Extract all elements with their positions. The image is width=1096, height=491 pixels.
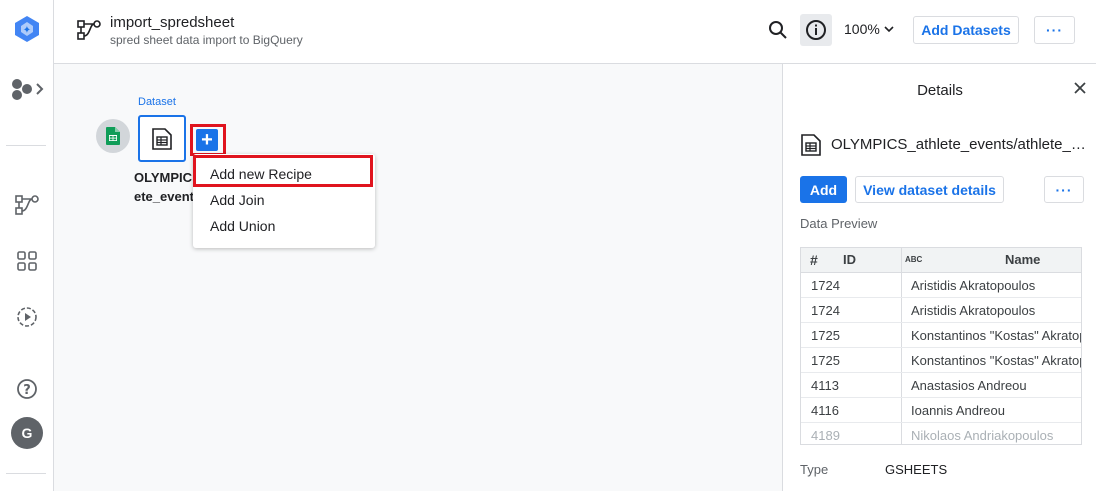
- add-step-menu: Add new Recipe Add Join Add Union: [193, 154, 375, 248]
- data-preview-label: Data Preview: [800, 216, 878, 231]
- zoom-select[interactable]: 100%: [844, 21, 894, 37]
- details-more-button[interactable]: ···: [1044, 176, 1084, 203]
- chevron-down-icon: [884, 26, 894, 33]
- details-title: Details: [917, 82, 963, 99]
- cell-id: 4189: [811, 428, 840, 443]
- table-row: 1725 Konstantinos "Kostas" Akratopoulos: [801, 323, 1081, 348]
- dataset-file-name: OLYMPICS_athlete_events/athlete_events: [831, 136, 1093, 153]
- cell-name: Konstantinos "Kostas" Akratopoulos: [911, 328, 1081, 343]
- menu-item-add-union[interactable]: Add Union: [210, 218, 275, 234]
- info-button[interactable]: [800, 14, 832, 46]
- table-file-icon: [801, 134, 821, 161]
- dataset-name-line2: ete_event: [134, 189, 194, 204]
- cell-id: 1725: [811, 328, 840, 343]
- cell-id: 1724: [811, 303, 840, 318]
- jobs-icon[interactable]: [0, 304, 54, 330]
- more-options-button[interactable]: ···: [1034, 16, 1075, 44]
- table-file-icon: [152, 127, 172, 150]
- table-row: 1724 Aristidis Akratopoulos: [801, 273, 1081, 298]
- avatar[interactable]: G: [0, 417, 54, 449]
- cell-name: Ioannis Andreou: [911, 403, 1005, 418]
- header: import_spredsheet spred sheet data impor…: [54, 0, 1096, 64]
- table-row: 4116 Ioannis Andreou: [801, 398, 1081, 423]
- close-icon: [1074, 82, 1086, 94]
- table-row: 4189 Nikolaos Andriakopoulos: [801, 423, 1081, 444]
- table-row: 1724 Aristidis Akratopoulos: [801, 298, 1081, 323]
- rail-divider: [6, 145, 46, 146]
- view-dataset-details-button[interactable]: View dataset details: [855, 176, 1004, 203]
- svg-text:✦: ✦: [23, 25, 31, 36]
- cell-name: Anastasios Andreou: [911, 378, 1027, 393]
- cell-name: Aristidis Akratopoulos: [911, 278, 1036, 293]
- help-icon[interactable]: ?: [0, 376, 54, 402]
- string-type-icon: ABC: [905, 255, 923, 264]
- column-header-id[interactable]: ID: [843, 252, 856, 267]
- details-panel: Details OLYMPICS_athlete_events/athlete_…: [782, 64, 1096, 491]
- menu-item-add-new-recipe[interactable]: Add new Recipe: [210, 166, 312, 182]
- type-value: GSHEETS: [885, 462, 948, 477]
- cell-name: Nikolaos Andriakopoulos: [911, 428, 1054, 443]
- dataset-node[interactable]: [138, 115, 186, 162]
- data-preview-table[interactable]: # ID ABC Name 1724 Aristidis Akratopoulo…: [800, 247, 1082, 445]
- dataset-label: Dataset: [138, 96, 176, 108]
- flow-icon[interactable]: [0, 192, 54, 218]
- library-icon[interactable]: [0, 248, 54, 274]
- dataprep-logo-icon[interactable]: ✦: [0, 12, 54, 46]
- search-button[interactable]: [764, 16, 792, 44]
- info-icon: [806, 20, 826, 40]
- cell-name: Konstantinos "Kostas" Akratopoulos: [911, 353, 1081, 368]
- type-label: Type: [800, 462, 829, 477]
- column-header-name[interactable]: Name: [1005, 252, 1040, 267]
- table-row: 4113 Anastasios Andreou: [801, 373, 1081, 398]
- rail-divider-bottom: [6, 473, 46, 474]
- add-step-button[interactable]: +: [196, 129, 218, 151]
- svg-text:?: ?: [23, 383, 31, 398]
- google-sheets-icon: [106, 127, 120, 145]
- table-header: # ID ABC Name: [801, 248, 1081, 273]
- cell-id: 4113: [811, 378, 839, 393]
- zoom-value: 100%: [844, 21, 880, 37]
- flow-icon: [76, 18, 102, 47]
- add-datasets-button[interactable]: Add Datasets: [913, 16, 1019, 44]
- left-rail: ✦ ? G: [0, 0, 54, 491]
- avatar-letter: G: [11, 417, 43, 449]
- flow-title[interactable]: import_spredsheet: [110, 14, 234, 31]
- cell-id: 4116: [811, 403, 839, 418]
- add-button[interactable]: Add: [800, 176, 847, 203]
- integer-type-icon: #: [810, 252, 818, 268]
- search-icon: [769, 21, 787, 39]
- google-sheets-source[interactable]: [96, 119, 130, 153]
- expand-nav-icon[interactable]: [0, 74, 54, 104]
- close-button[interactable]: [1073, 81, 1087, 100]
- flow-description[interactable]: spred sheet data import to BigQuery: [110, 33, 303, 47]
- cell-name: Aristidis Akratopoulos: [911, 303, 1036, 318]
- dataset-name: OLYMPIC: [134, 170, 193, 185]
- menu-item-add-join[interactable]: Add Join: [210, 192, 264, 208]
- table-row: 1725 Konstantinos "Kostas" Akratopoulos: [801, 348, 1081, 373]
- cell-id: 1725: [811, 353, 840, 368]
- cell-id: 1724: [811, 278, 840, 293]
- flow-canvas[interactable]: Dataset OLYMPIC ete_event + Add new Reci…: [54, 64, 782, 491]
